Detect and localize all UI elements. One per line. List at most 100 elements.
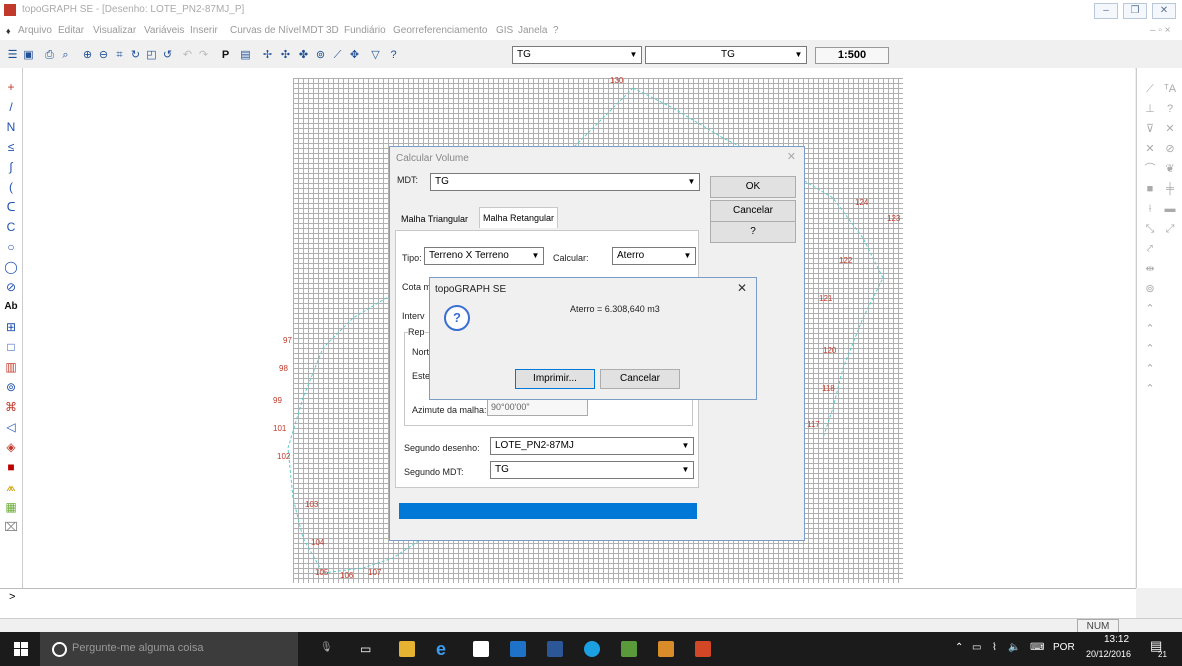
tray-chevron-icon[interactable]: ⌃	[955, 642, 963, 653]
undo-icon[interactable]: ↶	[180, 48, 195, 62]
task-view-icon[interactable]: ▭	[360, 642, 371, 656]
fill-tool-icon[interactable]: ■	[1143, 182, 1157, 196]
zoom-window-icon[interactable]: ⌗	[112, 48, 127, 62]
segundo-mdt-select[interactable]: TG ▼	[490, 461, 694, 479]
cancel-button[interactable]: Cancelar	[710, 200, 796, 222]
contour5-tool-icon[interactable]: ⌃	[1143, 382, 1157, 396]
menu-variaveis[interactable]: Variáveis	[144, 25, 184, 36]
print-preview-icon[interactable]: ⌕	[58, 48, 73, 62]
zoom-extents-icon[interactable]: ◰	[144, 48, 159, 62]
paint-tool-icon[interactable]: ❦	[1163, 162, 1177, 176]
text-style-icon[interactable]: ᵀA	[1163, 82, 1177, 96]
keyboard-icon[interactable]: ⌨	[1030, 642, 1044, 653]
minimize-button[interactable]: ‒	[1094, 3, 1118, 19]
contour2-tool-icon[interactable]: ⌃	[1143, 322, 1157, 336]
menu-mdt[interactable]: MDT	[302, 25, 324, 36]
document-icon[interactable]: ♦	[6, 26, 11, 36]
print-button[interactable]: Imprimir...	[515, 369, 595, 389]
polyline2-tool-icon[interactable]: ≤	[4, 140, 18, 154]
store-icon[interactable]	[473, 641, 489, 657]
target-tool-icon[interactable]: ⊚	[1143, 282, 1157, 296]
segundo-desenho-select[interactable]: LOTE_PN2-87MJ ▼	[490, 437, 694, 455]
battery-icon[interactable]: ▭	[972, 642, 981, 653]
snap-end-icon[interactable]: ✢	[260, 48, 275, 62]
tab-malha-triangular[interactable]: Malha Triangular	[401, 209, 468, 229]
profile-tool-icon[interactable]: ⩕	[4, 480, 18, 494]
restore-button[interactable]: ❐	[1123, 3, 1147, 19]
snap-intersect-icon[interactable]: ✤	[296, 48, 311, 62]
menu-visualizar[interactable]: Visualizar	[93, 25, 136, 36]
arc2-tool-icon[interactable]: ᑕ	[4, 200, 18, 214]
line-weight-icon[interactable]: ▬	[1163, 202, 1177, 216]
ellipse-tool-icon[interactable]: ◯	[4, 260, 18, 274]
word-icon[interactable]	[547, 641, 563, 657]
menu-georreferenciamento[interactable]: Georreferenciamento	[393, 25, 488, 36]
menu-3d[interactable]: 3D	[326, 25, 339, 36]
spline-tool-icon[interactable]: ∫	[4, 160, 18, 174]
insert-tool-icon[interactable]: ⊞	[4, 320, 18, 334]
mirror-tool-icon[interactable]: ⤤	[1143, 242, 1157, 256]
help-pointer-icon[interactable]: ?	[386, 48, 401, 62]
cancel-button[interactable]: Cancelar	[600, 369, 680, 389]
tipo-select[interactable]: Terreno X Terreno ▼	[424, 247, 544, 265]
arc3-tool-icon[interactable]: C	[4, 220, 18, 234]
block-tool-icon[interactable]: ⌘	[4, 400, 18, 414]
menu-icon[interactable]: ☰	[5, 48, 20, 62]
edit-tool-icon[interactable]: ⟋	[1143, 82, 1157, 96]
menu-inserir[interactable]: Inserir	[190, 25, 218, 36]
properties-icon[interactable]: P	[218, 48, 233, 62]
trim-tool-icon[interactable]: ⊥	[1143, 102, 1157, 116]
media-icon[interactable]	[510, 641, 526, 657]
polyline-tool-icon[interactable]: N	[4, 120, 18, 134]
menu-gis[interactable]: GIS	[496, 25, 513, 36]
measure-tool-icon[interactable]: ⇹	[1143, 262, 1157, 276]
powerpoint-icon[interactable]	[695, 641, 711, 657]
snap-mid-icon[interactable]: ✣	[278, 48, 293, 62]
extend-tool-icon[interactable]: ⤢	[1163, 222, 1177, 236]
contour4-tool-icon[interactable]: ⌃	[1143, 362, 1157, 376]
windows-start-icon[interactable]	[14, 642, 28, 656]
microphone-icon[interactable]: 🎙	[320, 642, 333, 653]
offset-tool-icon[interactable]: ⟊	[1143, 202, 1157, 216]
layer-combo[interactable]: TG ▼	[512, 46, 642, 64]
break-tool-icon[interactable]: ⊽	[1143, 122, 1157, 136]
zoom-out-icon[interactable]: ⊖	[96, 48, 111, 62]
fillet-tool-icon[interactable]: ⌒	[1143, 162, 1157, 176]
query-tool-icon[interactable]: ?	[1163, 102, 1177, 116]
redraw-icon[interactable]: ↺	[160, 48, 175, 62]
scale-display[interactable]: 1:500	[815, 47, 889, 64]
close-button[interactable]: ✕	[1152, 3, 1176, 19]
clock-date[interactable]: 20/12/2016	[1086, 649, 1131, 659]
text-tool-icon[interactable]: Ab	[4, 300, 18, 314]
close-icon[interactable]: ✕	[787, 150, 796, 163]
menu-fundiario[interactable]: Fundiário	[344, 25, 386, 36]
point-tool-icon[interactable]: +	[4, 80, 18, 94]
app-icon[interactable]	[4, 4, 16, 16]
pin-tool-icon[interactable]: ╪	[1163, 182, 1177, 196]
snap-perp-icon[interactable]: ⟋	[330, 48, 345, 62]
cross-tool-icon[interactable]: ✕	[1143, 142, 1157, 156]
arc-tool-icon[interactable]: (	[4, 180, 18, 194]
skype-icon[interactable]	[584, 641, 600, 657]
cortana-search-box[interactable]: Pergunte-me alguma coisa	[40, 632, 298, 666]
triangle-tool-icon[interactable]: ◁	[4, 420, 18, 434]
hatch-tool-icon[interactable]: ▥	[4, 360, 18, 374]
filter-icon[interactable]: ▽	[368, 48, 383, 62]
azimute-field[interactable]: 90°00'00"	[487, 399, 588, 416]
redo-icon[interactable]: ↷	[196, 48, 211, 62]
rectangle-tool-icon[interactable]: □	[4, 340, 18, 354]
close-icon[interactable]: ✕	[737, 281, 747, 295]
pan-icon[interactable]: ↻	[128, 48, 143, 62]
solid-tool-icon[interactable]: ■	[4, 460, 18, 474]
contour3-tool-icon[interactable]: ⌃	[1143, 342, 1157, 356]
circle3-tool-icon[interactable]: ⊘	[4, 280, 18, 294]
calcular-select[interactable]: Aterro ▼	[612, 247, 696, 265]
linetype-combo[interactable]: TG ▼	[645, 46, 807, 64]
line-tool-icon[interactable]: /	[4, 100, 18, 114]
layers-icon[interactable]: ▤	[238, 48, 253, 62]
volume-icon[interactable]: 🔈	[1008, 642, 1020, 653]
rotate-tool-icon[interactable]: ⊘	[1163, 142, 1177, 156]
edge-icon[interactable]: e	[436, 640, 452, 658]
mdi-controls[interactable]: ‒ ▫ ×	[1150, 25, 1171, 36]
stretch-tool-icon[interactable]: ⤡	[1143, 222, 1157, 236]
